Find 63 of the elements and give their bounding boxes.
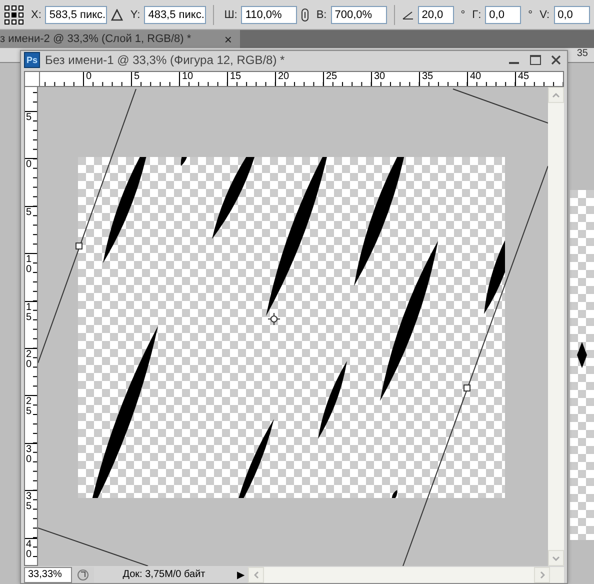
ruler-label: 40 <box>467 72 515 86</box>
ruler-label: 35 <box>576 48 588 61</box>
ruler-label: 0 <box>26 160 32 170</box>
ruler-label: 25 <box>323 72 371 86</box>
ruler-label: 20 <box>26 350 32 370</box>
maximize-button[interactable] <box>527 53 543 67</box>
field-label: В: <box>316 8 327 20</box>
ruler-label: 30 <box>26 444 32 465</box>
ruler-label: 5 <box>131 72 179 86</box>
ruler-label: 5 <box>26 113 32 123</box>
preview-icon <box>77 569 89 581</box>
ruler-origin[interactable] <box>24 71 40 87</box>
close-icon <box>551 55 561 65</box>
chevron-down-icon <box>552 556 560 560</box>
ruler-label: 0 <box>83 72 131 86</box>
minimize-icon <box>509 62 519 64</box>
ruler-label: 10 <box>179 72 227 86</box>
field-label: Ш: <box>224 8 238 20</box>
input-field[interactable]: 20,0 <box>418 6 454 24</box>
document-tab[interactable]: з имени-2 @ 33,3% (Слой 1, RGB/8) * × <box>0 30 240 48</box>
chevron-right-icon <box>540 571 544 579</box>
ruler-label: 5 <box>26 208 32 218</box>
input-field[interactable]: 483,5 пикс. <box>144 6 206 24</box>
ruler-label: 35 <box>419 72 467 86</box>
ruler-label: 10 <box>26 255 32 276</box>
document-size-text: Док: 3,75М/0 байт <box>122 568 206 582</box>
input-field[interactable]: 0,0 <box>554 6 590 24</box>
transform-box-drawing[interactable] <box>38 88 548 566</box>
field-label: X: <box>31 8 42 20</box>
ruler-label: 25 <box>26 397 32 418</box>
input-field[interactable]: 700,0% <box>330 6 387 24</box>
left-ruler[interactable]: 5 0 5 10 15 20 25 30 35 40 <box>24 87 38 566</box>
angle-icon <box>402 10 414 20</box>
diamond-shape <box>577 342 587 368</box>
ruler-label: 40 <box>26 540 32 560</box>
ruler-label: 35 <box>26 492 32 512</box>
link-icon[interactable] <box>301 8 310 22</box>
reference-point-icon[interactable] <box>4 4 24 24</box>
field-label: V: <box>540 8 550 20</box>
maximize-icon <box>530 55 540 65</box>
ruler-label: 15 <box>26 302 32 323</box>
pivot-point-icon[interactable] <box>268 312 280 326</box>
degree-unit: ° <box>460 8 466 20</box>
resize-grip[interactable] <box>550 567 564 583</box>
close-button[interactable]: × <box>222 32 234 46</box>
input-field[interactable]: 110,0% <box>241 6 298 24</box>
chevron-left-icon <box>254 571 258 579</box>
ruler-label: 30 <box>371 72 419 86</box>
input-field[interactable]: 583,5 пикс. <box>45 6 108 24</box>
top-ruler[interactable]: 0 5 10 15 20 25 30 35 40 45 <box>40 71 564 87</box>
zoom-field[interactable]: 33,33% <box>24 567 72 583</box>
preview-button[interactable] <box>72 567 94 583</box>
chevron-up-icon <box>552 92 560 98</box>
field-label: Г: <box>472 8 482 20</box>
ruler-label: 15 <box>227 72 275 86</box>
input-field[interactable]: 0,0 <box>485 6 522 24</box>
field-label: Y: <box>130 8 140 20</box>
window-title: Без имени-1 @ 33,3% (Фигура 12, RGB/8) * <box>45 53 286 67</box>
degree-unit: ° <box>528 8 533 20</box>
ruler-label: 45 <box>515 72 563 86</box>
delta-icon[interactable] <box>111 8 124 20</box>
app-badge: Ps <box>24 52 40 68</box>
ruler-label: 20 <box>275 72 323 86</box>
